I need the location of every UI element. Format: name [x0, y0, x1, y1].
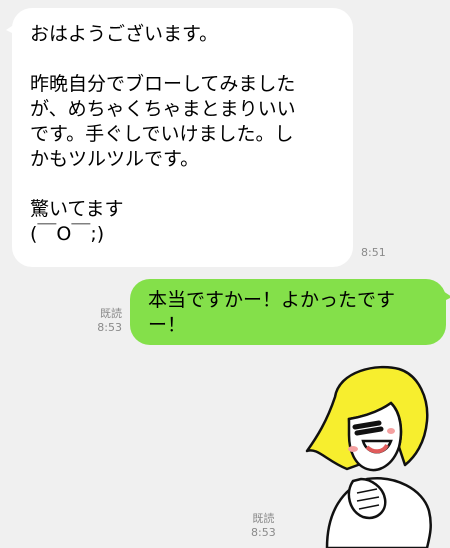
outgoing-message-bubble[interactable]: 本当ですかー！よかったです ー！	[130, 279, 450, 345]
message-line	[30, 172, 337, 197]
message-line: です。手ぐしでいけました。し	[30, 123, 294, 145]
incoming-message-bubble[interactable]: おはようございます。 昨晩自分でブローしてみました が、めちゃくちゃまとまりいい…	[6, 8, 353, 267]
sticker-timestamp: 8:53	[251, 526, 276, 539]
bubble-tail	[6, 22, 18, 36]
outgoing-timestamp: 8:53	[97, 321, 122, 334]
bubble-tail	[440, 289, 450, 303]
message-line: かもツルツルです。	[30, 148, 200, 170]
message-line: おはようございます。	[30, 23, 219, 45]
message-line: 昨晩自分でブローしてみました	[30, 73, 296, 95]
message-line: ー！	[148, 314, 187, 336]
read-receipt: 既読	[252, 512, 275, 525]
message-line: が、めちゃくちゃまとまりいい	[30, 98, 296, 120]
message-line	[30, 47, 337, 72]
message-line: (￣O￣;)	[30, 223, 105, 245]
sticker-meta: 既読 8:53	[251, 512, 276, 540]
outgoing-meta: 既読 8:53	[97, 307, 122, 335]
incoming-timestamp: 8:51	[361, 246, 386, 259]
blonde-woman-laughing-sticker[interactable]	[287, 361, 447, 548]
message-line: 本当ですかー！よかったです	[148, 289, 396, 311]
message-line: 驚いてます	[30, 198, 124, 220]
read-receipt: 既読	[100, 307, 122, 320]
